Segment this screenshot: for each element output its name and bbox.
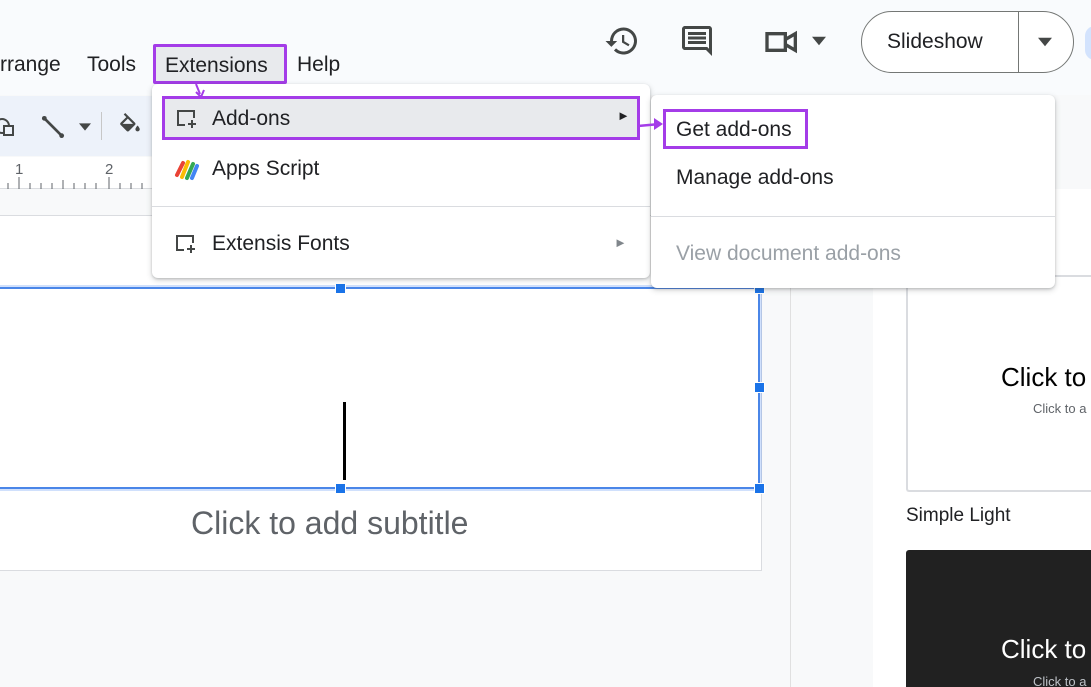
menu-separator <box>152 206 650 207</box>
menu-separator <box>651 216 1055 217</box>
ruler-mark: 2 <box>105 161 114 178</box>
theme-title-preview: Click to <box>1001 362 1087 392</box>
menu-item-label: Add-ons <box>212 107 291 130</box>
ruler-ticks <box>7 177 154 189</box>
menu-item-manage-add-ons[interactable]: Manage add-ons <box>676 166 834 190</box>
menu-extensions[interactable]: Extensions <box>153 44 287 84</box>
theme-subtitle-preview: Click to a <box>1033 674 1087 687</box>
apps-script-icon <box>175 160 199 180</box>
slideshow-divider <box>1018 12 1019 72</box>
menu-item-get-add-ons[interactable]: Get add-ons <box>663 109 808 149</box>
menu-arrange[interactable]: rrange <box>0 53 61 77</box>
add-on-icon <box>177 110 196 128</box>
toolbar-divider <box>101 112 102 140</box>
add-on-icon <box>176 235 195 253</box>
account-avatar[interactable] <box>1085 26 1091 60</box>
menu-item-label: Get add-ons <box>676 118 792 141</box>
menu-item-view-document-add-ons: View document add-ons <box>676 242 901 265</box>
meet-camera-icon[interactable] <box>762 25 802 59</box>
theme-title-preview: Click to <box>1001 634 1087 664</box>
menu-item-label: Extensis Fonts <box>212 232 350 255</box>
theme-simple-dark[interactable]: Click to Click to a <box>906 550 1091 687</box>
resize-handle[interactable] <box>754 382 765 393</box>
line-dropdown-icon[interactable] <box>79 123 91 131</box>
menu-item-extensis-fonts[interactable]: Extensis Fonts ► <box>174 229 640 269</box>
extensions-menu: Add-ons ► Apps Script Extensis Fonts ► <box>152 84 650 278</box>
toolbar <box>0 96 160 156</box>
theme-name-label: Simple Light <box>906 505 1011 526</box>
subtitle-placeholder[interactable]: Click to add subtitle <box>191 505 468 542</box>
menu-item-label: Apps Script <box>212 157 320 180</box>
resize-handle[interactable] <box>335 483 346 494</box>
title-placeholder-box[interactable] <box>0 283 765 494</box>
ruler-mark: 1 <box>15 161 24 178</box>
line-tool-icon[interactable] <box>40 114 66 140</box>
shape-icon[interactable] <box>0 114 16 138</box>
ruler: 1 2 <box>0 157 160 189</box>
annotation-arrow-icon <box>637 118 663 130</box>
version-history-icon[interactable] <box>604 23 640 59</box>
menu-help[interactable]: Help <box>297 53 340 77</box>
menu-tools[interactable]: Tools <box>87 53 136 77</box>
resize-handle[interactable] <box>335 283 346 294</box>
menu-extensions-label: Extensions <box>165 54 268 77</box>
slideshow-label: Slideshow <box>887 30 983 53</box>
annotation-arrow-icon <box>195 83 205 99</box>
theme-subtitle-preview: Click to a <box>1033 401 1087 416</box>
menu-item-add-ons[interactable]: Add-ons ► <box>162 96 640 140</box>
meet-dropdown-icon[interactable] <box>812 36 826 46</box>
comments-icon[interactable] <box>679 23 715 59</box>
menu-item-apps-script[interactable]: Apps Script <box>174 154 640 194</box>
submenu-arrow-icon: ► <box>617 108 630 123</box>
resize-handle[interactable] <box>754 483 765 494</box>
text-cursor <box>343 402 346 480</box>
slideshow-dropdown-icon[interactable] <box>1038 37 1052 47</box>
add-ons-submenu: Get add-ons Manage add-ons View document… <box>651 95 1055 288</box>
theme-simple-light[interactable]: Click to Click to a <box>906 275 1091 492</box>
submenu-arrow-icon: ► <box>614 235 627 250</box>
slideshow-button[interactable]: Slideshow <box>861 11 1074 73</box>
fill-color-icon[interactable] <box>117 113 143 139</box>
